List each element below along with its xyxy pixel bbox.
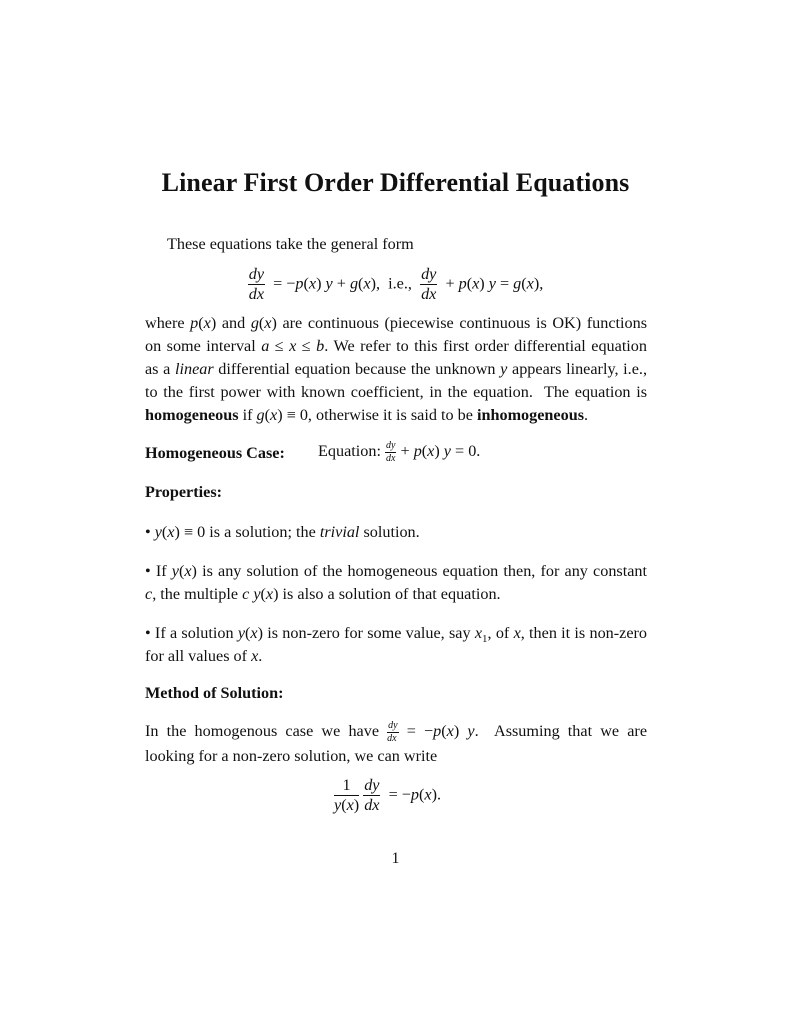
intro-text: These equations take the general form — [167, 235, 414, 253]
fraction-dy-dx: dy dx — [247, 265, 265, 303]
method-heading: Method of Solution: — [145, 684, 284, 702]
property-item-continued: c, the multiple c y(x) is also a solutio… — [145, 585, 501, 603]
paragraph-line: on some interval a ≤ x ≤ b. We refer to … — [145, 337, 647, 355]
method-line: In the homogenous case we have dy dx = −p… — [145, 720, 648, 744]
document-title: Linear First Order Differential Equation… — [161, 168, 630, 197]
fraction-dy-dx: dy dx — [385, 440, 397, 464]
homogeneous-equation: Equation: dy dx + p(x) y = 0. — [318, 440, 481, 464]
fraction-dy-dx: dy dx — [387, 720, 399, 744]
property-item: • If y(x) is any solution of the homogen… — [145, 562, 647, 580]
properties-heading: Properties: — [145, 483, 223, 501]
method-line: looking for a non-zero solution, we can … — [145, 747, 438, 765]
equation-rest: = −p(x). — [384, 785, 441, 804]
fraction-one-over-y: 1 y(x) — [334, 776, 360, 814]
paragraph-line: where p(x) and g(x) are continuous (piec… — [145, 314, 647, 332]
homogeneous-case-heading: Homogeneous Case: — [145, 444, 285, 462]
paragraph-line: homogeneous if g(x) ≡ 0, otherwise it is… — [145, 406, 589, 424]
page-number: 1 — [391, 850, 400, 867]
property-item-continued: for all values of x. — [145, 647, 263, 665]
document-page: Linear First Order Differential Equation… — [0, 0, 791, 1024]
fraction-dy-dx: dy dx — [363, 776, 381, 814]
final-equation: 1 y(x) dy dx = −p(x). — [0, 776, 783, 814]
paragraph-line: as a linear differential equation becaus… — [145, 360, 648, 378]
equation-middle: = −p(x) y + g(x), i.e., — [269, 274, 417, 293]
general-form-equation: dy dx = −p(x) y + g(x), i.e., dy dx + p(… — [0, 265, 791, 303]
equation-rest: + p(x) y = g(x), — [441, 274, 544, 293]
paragraph-line: to the first power with known coefficien… — [145, 383, 647, 401]
property-item: • y(x) ≡ 0 is a solution; the trivial so… — [145, 523, 420, 541]
fraction-dy-dx: dy dx — [420, 265, 438, 303]
